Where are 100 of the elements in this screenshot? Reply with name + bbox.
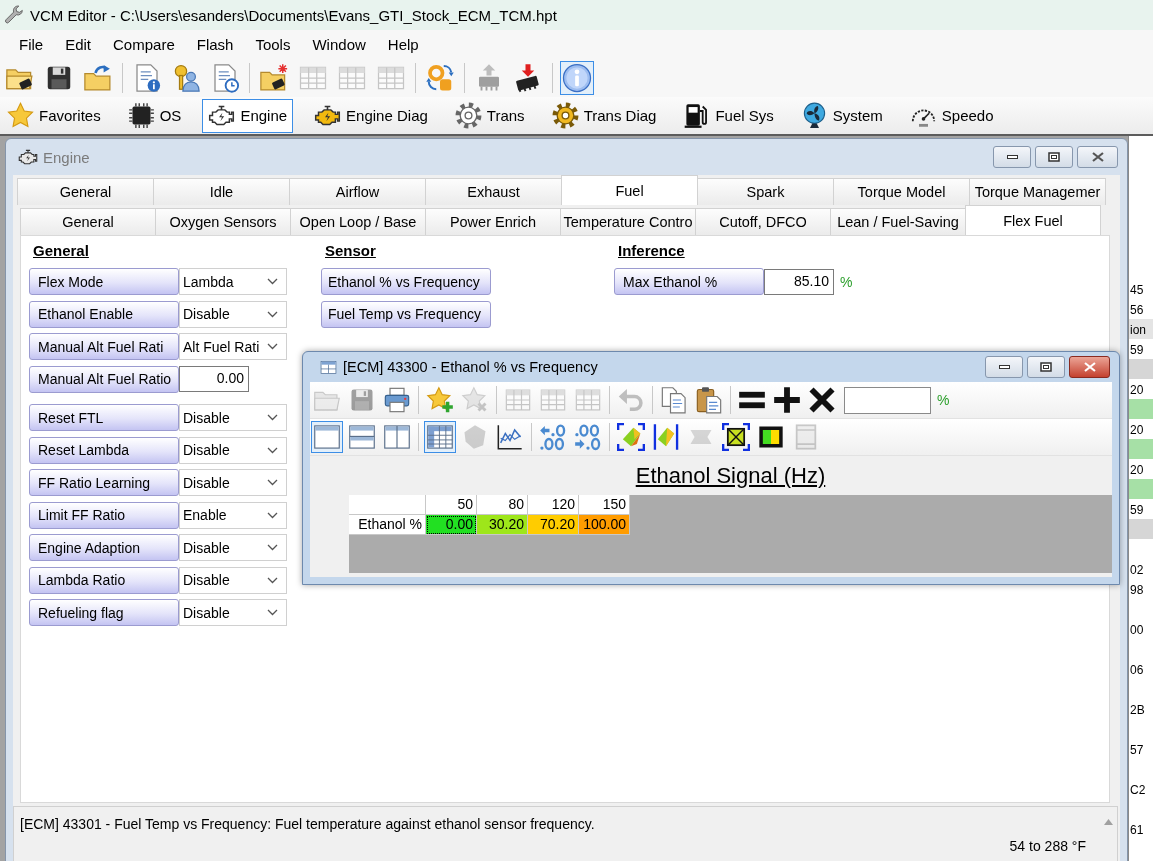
window-title: [ECM] 43300 - Ethanol % vs Frequency [343, 359, 598, 375]
dropdown[interactable]: Lambda [179, 268, 287, 295]
close-button[interactable] [1077, 146, 1118, 168]
input-field[interactable] [844, 386, 931, 414]
menu-item[interactable]: File [8, 32, 55, 56]
chevron-down-icon[interactable] [267, 310, 278, 318]
chevron-down-icon[interactable] [267, 544, 278, 551]
dropdown[interactable]: Disable [179, 404, 287, 431]
chevron-down-icon[interactable] [267, 343, 278, 350]
module-button[interactable]: Fuel Sys [677, 98, 780, 133]
tab[interactable]: Idle [153, 178, 290, 205]
menu-item[interactable]: Window [301, 32, 377, 56]
tab[interactable]: Temperature Contro [560, 208, 696, 235]
wrench-icon [4, 5, 24, 25]
unit-label: % [840, 273, 853, 290]
module-button[interactable]: Trans Diag [545, 98, 663, 133]
parameter-button[interactable]: FF Ratio Learning [29, 469, 179, 496]
menu-item[interactable]: Flash [185, 32, 245, 56]
table-cell[interactable]: 70.20 [528, 515, 579, 535]
table-button[interactable]: Ethanol % vs Frequency [321, 268, 491, 295]
parameter-button[interactable]: Refueling flag [29, 599, 179, 626]
parameter-button[interactable]: Limit FF Ratio [29, 501, 179, 529]
table-cell[interactable]: 30.20 [477, 515, 528, 535]
close-icon[interactable] [1091, 152, 1104, 162]
maximize-button[interactable] [1035, 146, 1073, 168]
tab[interactable]: Power Enrich [425, 208, 561, 235]
module-button[interactable]: Engine Diag [308, 98, 434, 133]
minimize-icon[interactable] [998, 365, 1010, 369]
section-heading: General [33, 242, 89, 260]
parameter-button[interactable]: Reset Lambda [29, 436, 179, 464]
minimize-button[interactable] [993, 146, 1031, 168]
minimize-icon[interactable] [1006, 155, 1018, 159]
engine-icon [18, 147, 38, 167]
dropdown[interactable]: Disable [179, 566, 287, 594]
tab[interactable]: General [17, 178, 154, 205]
chevron-down-icon[interactable] [267, 576, 278, 584]
cell-fragment: 2B [1130, 702, 1145, 719]
table-cell[interactable]: 100.00 [579, 515, 630, 535]
tab[interactable]: Oxygen Sensors [155, 208, 291, 235]
value-field[interactable]: 85.10 [764, 268, 834, 295]
chip-icon[interactable] [127, 102, 155, 129]
dropdown[interactable]: Disable [179, 436, 287, 464]
section-heading: Inference [618, 242, 685, 260]
maximize-icon[interactable] [1048, 152, 1060, 162]
tab[interactable]: Torque Managemer [969, 178, 1106, 205]
maximize-icon[interactable] [1040, 362, 1052, 372]
menu-item[interactable]: Compare [102, 32, 186, 56]
module-button[interactable]: System [794, 98, 889, 133]
chevron-down-icon[interactable] [267, 479, 278, 486]
tab[interactable]: Torque Model [833, 178, 970, 205]
minimize-button[interactable] [985, 356, 1023, 378]
description-text: [ECM] 43301 - Fuel Temp vs Frequency: Fuel temperature against ethanol sensor frequency. [20, 816, 596, 832]
tab[interactable]: Spark [697, 178, 834, 205]
chevron-down-icon[interactable] [267, 609, 278, 616]
header-fragment: ion [1130, 322, 1146, 339]
tab[interactable]: Airflow [289, 178, 426, 205]
chevron-down-icon[interactable] [267, 278, 278, 285]
module-button[interactable]: Engine [202, 98, 294, 133]
dropdown[interactable]: Disable [179, 599, 287, 626]
axis-title: Ethanol Signal (Hz) [635, 462, 826, 489]
menu-item[interactable]: Edit [54, 32, 103, 56]
parameter-button[interactable]: Manual Alt Fuel Ratio [29, 365, 179, 393]
gear-icon[interactable] [551, 102, 579, 129]
parameter-button[interactable]: Reset FTL [29, 404, 179, 431]
window-title: Engine [43, 148, 90, 166]
cell-fragment: 56 [1130, 302, 1144, 319]
table-button[interactable]: Fuel Temp vs Frequency [321, 300, 491, 328]
tab[interactable]: General [20, 208, 156, 235]
module-button[interactable]: Favorites [1, 98, 107, 133]
tab[interactable]: Exhaust [425, 178, 562, 205]
dropdown[interactable]: Disable [179, 469, 287, 496]
maximize-button[interactable] [1027, 356, 1065, 378]
tab[interactable]: Lean / Fuel-Saving [830, 208, 966, 235]
tab[interactable]: Open Loop / Base [290, 208, 426, 235]
chevron-down-icon[interactable] [267, 446, 278, 454]
dropdown[interactable]: Disable [179, 300, 287, 328]
chevron-down-icon[interactable] [267, 414, 278, 421]
menu-item[interactable]: Help [376, 32, 430, 56]
module-button[interactable]: Speedo [903, 98, 1000, 133]
tab[interactable]: Flex Fuel [965, 205, 1101, 235]
parameter-button[interactable]: Manual Alt Fuel Rati [29, 333, 179, 360]
parameter-button[interactable]: Flex Mode [29, 268, 179, 295]
dropdown[interactable]: Alt Fuel Rati [179, 333, 287, 360]
tab[interactable]: Fuel [561, 175, 698, 205]
parameter-button[interactable]: Lambda Ratio [29, 566, 179, 594]
table-cell[interactable]: 0.00 [426, 515, 477, 535]
parameter-button[interactable]: Engine Adaption [29, 534, 179, 561]
chevron-down-icon[interactable] [267, 511, 278, 519]
dropdown[interactable]: Disable [179, 534, 287, 561]
dropdown[interactable]: Enable [179, 501, 287, 529]
module-button[interactable]: Trans [448, 98, 531, 133]
parameter-button[interactable]: Ethanol Enable [29, 300, 179, 328]
parameter-button[interactable]: Max Ethanol % [614, 268, 764, 295]
value-field[interactable]: 0.00 [179, 366, 249, 392]
tab[interactable]: Cutoff, DFCO [695, 208, 831, 235]
menu-item[interactable]: Tools [244, 32, 302, 56]
star-icon[interactable] [7, 102, 34, 129]
gear-icon[interactable] [454, 102, 482, 129]
module-button[interactable]: OS [121, 98, 188, 133]
close-button[interactable] [1069, 356, 1110, 378]
